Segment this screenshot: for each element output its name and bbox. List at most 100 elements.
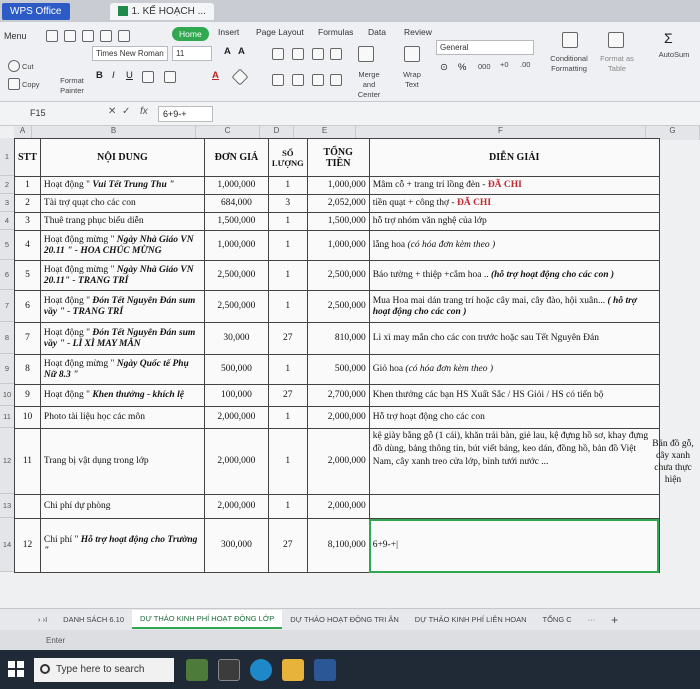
row-header[interactable]: 1 xyxy=(0,138,14,176)
cell-dien-giai[interactable]: Mâm cỗ + trang trí lồng đèn - ĐÃ CHI xyxy=(368,176,660,195)
print-icon[interactable] xyxy=(100,30,112,42)
row-header[interactable]: 12 xyxy=(0,428,14,494)
row-header[interactable]: 10 xyxy=(0,384,14,406)
cell-stt[interactable]: 11 xyxy=(14,428,41,495)
tab-home[interactable]: Home xyxy=(172,27,209,41)
cell-tong-tien[interactable]: 2,052,000 xyxy=(306,194,370,213)
word-icon[interactable] xyxy=(314,658,336,681)
font-size-select[interactable]: 11 xyxy=(172,46,212,61)
row-header[interactable]: 14 xyxy=(0,518,14,572)
cell-dien-giai[interactable]: Khen thưởng các bạn HS Xuất Sắc / HS Giỏ… xyxy=(368,384,660,407)
cell-tong-tien[interactable]: 1,500,000 xyxy=(306,212,370,231)
tab-review[interactable]: Review xyxy=(404,27,432,37)
justify-icon[interactable] xyxy=(330,74,342,86)
copy-icon[interactable] xyxy=(8,78,20,90)
header-don-gia[interactable]: ĐƠN GIÁ xyxy=(203,138,269,177)
underline-icon[interactable]: U xyxy=(126,70,133,81)
cell-noi-dung[interactable]: Hoạt động mừng " Ngày Nhà Giáo VN 20.11"… xyxy=(39,260,205,291)
sheet-tab-kinh-phi-hoat-dong[interactable]: DỰ THẢO KINH PHÍ HOẠT ĐỘNG LỚP xyxy=(132,610,283,629)
row-header[interactable]: 4 xyxy=(0,212,14,230)
row-header[interactable]: 5 xyxy=(0,230,14,260)
document-tab[interactable]: 1. KẾ HOẠCH ... xyxy=(109,2,214,20)
cell-noi-dung[interactable]: Trang bị vật dụng trong lớp xyxy=(39,428,205,495)
cell-noi-dung[interactable]: Hoạt động " Vui Tết Trung Thu " xyxy=(39,176,205,195)
align-right-icon[interactable] xyxy=(312,74,324,86)
cell-stt[interactable]: 10 xyxy=(14,406,41,429)
edge-browser-icon[interactable] xyxy=(250,658,272,681)
cell-don-gia[interactable]: 30,000 xyxy=(203,322,269,355)
cell-don-gia[interactable]: 2,000,000 xyxy=(203,406,269,429)
fx-icon[interactable]: fx xyxy=(140,106,148,117)
cell-so-luong[interactable]: 1 xyxy=(267,290,308,323)
currency-icon[interactable]: ⊙ xyxy=(440,62,448,73)
cell-dien-giai[interactable]: Lì xì may mắn cho các con trước hoặc sau… xyxy=(368,322,660,355)
cell-tong-tien[interactable]: 2,000,000 xyxy=(306,406,370,429)
bold-icon[interactable]: B xyxy=(96,70,103,81)
font-color-icon[interactable]: A xyxy=(212,70,219,81)
cell-so-luong[interactable]: 3 xyxy=(267,194,308,213)
indent-icon[interactable] xyxy=(330,48,342,60)
increase-decimal-icon[interactable]: +0 xyxy=(500,60,509,70)
cell-dien-giai[interactable]: Hỗ trợ hoạt động cho các con xyxy=(368,406,660,429)
header-noi-dung[interactable]: NỘI DUNG xyxy=(39,138,205,177)
cell-tong-tien[interactable]: 1,000,000 xyxy=(306,176,370,195)
cell-noi-dung[interactable]: Hoạt động mừng " Ngày Quốc tế Phụ Nữ 8.3… xyxy=(39,354,205,385)
scissors-icon[interactable] xyxy=(8,60,20,72)
cell-so-luong[interactable]: 27 xyxy=(267,518,308,573)
cell-stt[interactable]: 6 xyxy=(14,290,41,323)
decrease-decimal-icon[interactable]: .00 xyxy=(520,60,530,70)
cell-so-luong[interactable]: 1 xyxy=(267,260,308,291)
align-top-icon[interactable] xyxy=(272,48,284,60)
row-header[interactable]: 9 xyxy=(0,354,14,384)
cell-stt[interactable]: 5 xyxy=(14,260,41,291)
undo-icon[interactable] xyxy=(118,30,130,42)
taskbar-search[interactable]: Type here to search xyxy=(34,657,174,682)
cell-noi-dung[interactable]: Hoạt động " Đón Tết Nguyên Đán sum vầy "… xyxy=(39,322,205,355)
cell-stt[interactable]: 2 xyxy=(14,194,41,213)
cell-stt[interactable] xyxy=(14,494,41,519)
formula-input[interactable]: 6+9-+ xyxy=(158,106,213,122)
row-header[interactable]: 11 xyxy=(0,406,14,428)
confirm-icon[interactable]: ✓ xyxy=(122,106,130,117)
borders-icon[interactable] xyxy=(142,71,154,83)
windows-start-icon[interactable] xyxy=(8,661,24,677)
header-so-luong[interactable]: SỐ LƯỢNG xyxy=(267,138,308,177)
format-painter-label[interactable]: Format Painter xyxy=(52,76,92,96)
cell-tong-tien[interactable]: 2,500,000 xyxy=(306,290,370,323)
cell-noi-dung[interactable]: Chi phí " Hỗ trợ hoạt động cho Trường " xyxy=(39,518,205,573)
cell-so-luong[interactable]: 1 xyxy=(267,428,308,495)
align-left-icon[interactable] xyxy=(272,74,284,86)
cell-don-gia[interactable]: 100,000 xyxy=(203,384,269,407)
cell-so-luong[interactable]: 27 xyxy=(267,384,308,407)
cell-don-gia[interactable]: 500,000 xyxy=(203,354,269,385)
header-tong-tien[interactable]: TỔNG TIỀN xyxy=(306,138,370,177)
autosum-label[interactable]: AutoSum xyxy=(652,50,696,60)
sheet-tab-tong[interactable]: TỔNG C xyxy=(535,611,580,628)
cell-noi-dung[interactable]: Hoạt động mừng " Ngày Nhà Giáo VN 20.11 … xyxy=(39,230,205,261)
cell-so-luong[interactable]: 27 xyxy=(267,322,308,355)
sheet-tab-tri-an[interactable]: DỰ THẢO HOẠT ĐỘNG TRI ÂN xyxy=(282,611,407,628)
cell-so-luong[interactable]: 1 xyxy=(267,354,308,385)
align-bottom-icon[interactable] xyxy=(312,48,324,60)
percent-icon[interactable]: % xyxy=(458,62,466,73)
g-column-note[interactable]: Bản đồ gỗ, cây xanh chưa thực hiện xyxy=(648,438,698,486)
cell-dien-giai[interactable]: tiền quạt + công thợ - ĐÃ CHI xyxy=(368,194,660,213)
more-sheets-icon[interactable]: ··· xyxy=(580,611,604,628)
cut-label[interactable]: Cut xyxy=(22,62,34,72)
cell-don-gia[interactable]: 684,000 xyxy=(203,194,269,213)
new-icon[interactable] xyxy=(46,30,58,42)
name-box[interactable]: F15 xyxy=(6,106,96,122)
cell-tong-tien[interactable]: 500,000 xyxy=(306,354,370,385)
file-explorer-icon[interactable] xyxy=(282,658,304,681)
cell-stt[interactable]: 8 xyxy=(14,354,41,385)
conditional-formatting-label[interactable]: Conditional Formatting xyxy=(544,54,594,74)
cell-tong-tien[interactable]: 2,500,000 xyxy=(306,260,370,291)
cell-stt[interactable]: 3 xyxy=(14,212,41,231)
cell-so-luong[interactable]: 1 xyxy=(267,212,308,231)
row-header[interactable]: 6 xyxy=(0,260,14,290)
cell-don-gia[interactable]: 300,000 xyxy=(203,518,269,573)
cell-don-gia[interactable]: 2,000,000 xyxy=(203,428,269,495)
cell-stt[interactable]: 1 xyxy=(14,176,41,195)
cell-so-luong[interactable]: 1 xyxy=(267,494,308,519)
align-center-icon[interactable] xyxy=(292,74,304,86)
